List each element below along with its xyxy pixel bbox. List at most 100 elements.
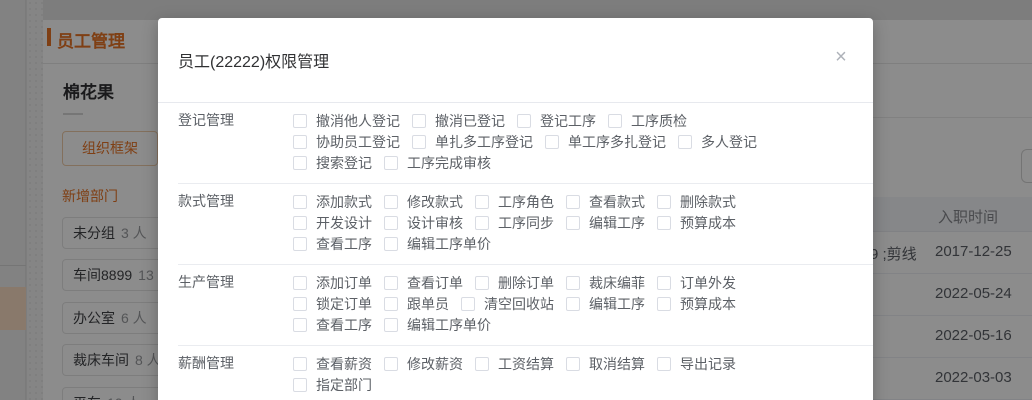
checkbox-icon[interactable] (678, 134, 692, 149)
permission-checkbox-item[interactable]: 编辑工序 (566, 213, 645, 233)
permission-checkbox-item[interactable]: 跟单员 (384, 294, 449, 314)
permission-checkbox-item[interactable]: 工序质检 (608, 111, 687, 131)
checkbox-icon[interactable] (384, 194, 398, 209)
checkbox-icon[interactable] (384, 356, 398, 371)
permission-row: 查看工序 编辑工序单价 (293, 314, 873, 335)
permission-checkbox-item[interactable]: 编辑工序 (566, 294, 645, 314)
permission-checkbox-item[interactable]: 订单外发 (657, 273, 736, 293)
permission-checkbox-item[interactable]: 导出记录 (657, 354, 736, 374)
permission-section-label: 款式管理 (178, 193, 234, 209)
checkbox-icon[interactable] (293, 296, 307, 311)
permission-label: 查看款式 (589, 193, 645, 210)
permission-checkbox-item[interactable]: 添加订单 (293, 273, 372, 293)
permission-row: 搜索登记 工序完成审核 (293, 152, 873, 173)
permission-section-label: 薪酬管理 (178, 355, 234, 371)
checkbox-icon[interactable] (475, 356, 489, 371)
checkbox-icon[interactable] (566, 194, 580, 209)
checkbox-icon[interactable] (412, 134, 426, 149)
checkbox-icon[interactable] (566, 275, 580, 290)
permission-label: 删除订单 (498, 274, 554, 291)
modal-body: 登记管理 撤消他人登记 撤消已登记 登记工序 工序质检 协助员工登记 单扎多工序登记 单工序多… (158, 103, 873, 400)
checkbox-icon[interactable] (293, 113, 307, 128)
permission-checkbox-item[interactable]: 工序完成审核 (384, 153, 491, 173)
permission-row: 撤消他人登记 撤消已登记 登记工序 工序质检 (293, 110, 873, 131)
checkbox-icon[interactable] (384, 275, 398, 290)
permission-label: 修改薪资 (407, 355, 463, 372)
permission-checkbox-item[interactable]: 单工序多扎登记 (545, 132, 666, 152)
permission-checkbox-item[interactable]: 搜索登记 (293, 153, 372, 173)
permission-checkbox-item[interactable]: 删除款式 (657, 192, 736, 212)
permission-checkbox-item[interactable]: 开发设计 (293, 213, 372, 233)
permission-checkbox-item[interactable]: 清空回收站 (461, 294, 554, 314)
permission-checkbox-item[interactable]: 裁床编菲 (566, 273, 645, 293)
checkbox-icon[interactable] (566, 296, 580, 311)
permission-checkbox-item[interactable]: 指定部门 (293, 375, 372, 395)
permission-label: 导出记录 (680, 355, 736, 372)
permission-checkbox-item[interactable]: 预算成本 (657, 213, 736, 233)
permission-checkbox-item[interactable]: 设计审核 (384, 213, 463, 233)
permission-checkbox-item[interactable]: 协助员工登记 (293, 132, 400, 152)
checkbox-icon[interactable] (657, 296, 671, 311)
permission-checkbox-item[interactable]: 工序角色 (475, 192, 554, 212)
permission-checkbox-item[interactable]: 锁定订单 (293, 294, 372, 314)
checkbox-icon[interactable] (293, 155, 307, 170)
permission-checkbox-item[interactable]: 查看工序 (293, 315, 372, 335)
checkbox-icon[interactable] (293, 134, 307, 149)
permission-checkbox-item[interactable]: 预算成本 (657, 294, 736, 314)
checkbox-icon[interactable] (657, 194, 671, 209)
checkbox-icon[interactable] (384, 317, 398, 332)
permission-label: 裁床编菲 (589, 274, 645, 291)
checkbox-icon[interactable] (475, 215, 489, 230)
permission-checkbox-item[interactable]: 撤消已登记 (412, 111, 505, 131)
checkbox-icon[interactable] (293, 236, 307, 251)
permission-checkbox-item[interactable]: 工序同步 (475, 213, 554, 233)
close-icon[interactable]: × (827, 44, 855, 72)
checkbox-icon[interactable] (608, 113, 622, 128)
permission-checkbox-item[interactable]: 多人登记 (678, 132, 757, 152)
checkbox-icon[interactable] (293, 194, 307, 209)
permission-checkbox-item[interactable]: 查看薪资 (293, 354, 372, 374)
checkbox-icon[interactable] (384, 155, 398, 170)
permission-checkbox-item[interactable]: 添加款式 (293, 192, 372, 212)
checkbox-icon[interactable] (475, 194, 489, 209)
checkbox-icon[interactable] (545, 134, 559, 149)
checkbox-icon[interactable] (293, 317, 307, 332)
checkbox-icon[interactable] (293, 275, 307, 290)
permission-checkbox-item[interactable]: 查看工序 (293, 234, 372, 254)
checkbox-icon[interactable] (657, 215, 671, 230)
permission-checkbox-item[interactable]: 单扎多工序登记 (412, 132, 533, 152)
checkbox-icon[interactable] (461, 296, 475, 311)
permission-label: 工序同步 (498, 214, 554, 231)
permission-rows: 添加款式 修改款式 工序角色 查看款式 删除款式开发设计 设计审核 工序同步 编辑工序 预算成本… (293, 191, 873, 254)
permission-checkbox-item[interactable]: 查看订单 (384, 273, 463, 293)
permission-checkbox-item[interactable]: 登记工序 (517, 111, 596, 131)
permission-label: 清空回收站 (484, 295, 554, 312)
checkbox-icon[interactable] (293, 377, 307, 392)
permission-checkbox-item[interactable]: 修改款式 (384, 192, 463, 212)
permission-checkbox-item[interactable]: 工资结算 (475, 354, 554, 374)
checkbox-icon[interactable] (657, 356, 671, 371)
checkbox-icon[interactable] (384, 215, 398, 230)
permission-row: 添加款式 修改款式 工序角色 查看款式 删除款式 (293, 191, 873, 212)
checkbox-icon[interactable] (657, 275, 671, 290)
permission-checkbox-item[interactable]: 编辑工序单价 (384, 315, 491, 335)
checkbox-icon[interactable] (384, 236, 398, 251)
permission-label: 工序质检 (631, 112, 687, 129)
permission-checkbox-item[interactable]: 修改薪资 (384, 354, 463, 374)
checkbox-icon[interactable] (566, 215, 580, 230)
permission-checkbox-item[interactable]: 查看款式 (566, 192, 645, 212)
permission-label: 预算成本 (680, 214, 736, 231)
permission-checkbox-item[interactable]: 编辑工序单价 (384, 234, 491, 254)
checkbox-icon[interactable] (384, 296, 398, 311)
checkbox-icon[interactable] (293, 356, 307, 371)
permission-checkbox-item[interactable]: 撤消他人登记 (293, 111, 400, 131)
checkbox-icon[interactable] (412, 113, 426, 128)
permission-label: 工资结算 (498, 355, 554, 372)
permission-checkbox-item[interactable]: 删除订单 (475, 273, 554, 293)
checkbox-icon[interactable] (566, 356, 580, 371)
checkbox-icon[interactable] (517, 113, 531, 128)
checkbox-icon[interactable] (475, 275, 489, 290)
checkbox-icon[interactable] (293, 215, 307, 230)
permission-rows: 查看薪资 修改薪资 工资结算 取消结算 导出记录指定部门 (293, 353, 873, 395)
permission-checkbox-item[interactable]: 取消结算 (566, 354, 645, 374)
